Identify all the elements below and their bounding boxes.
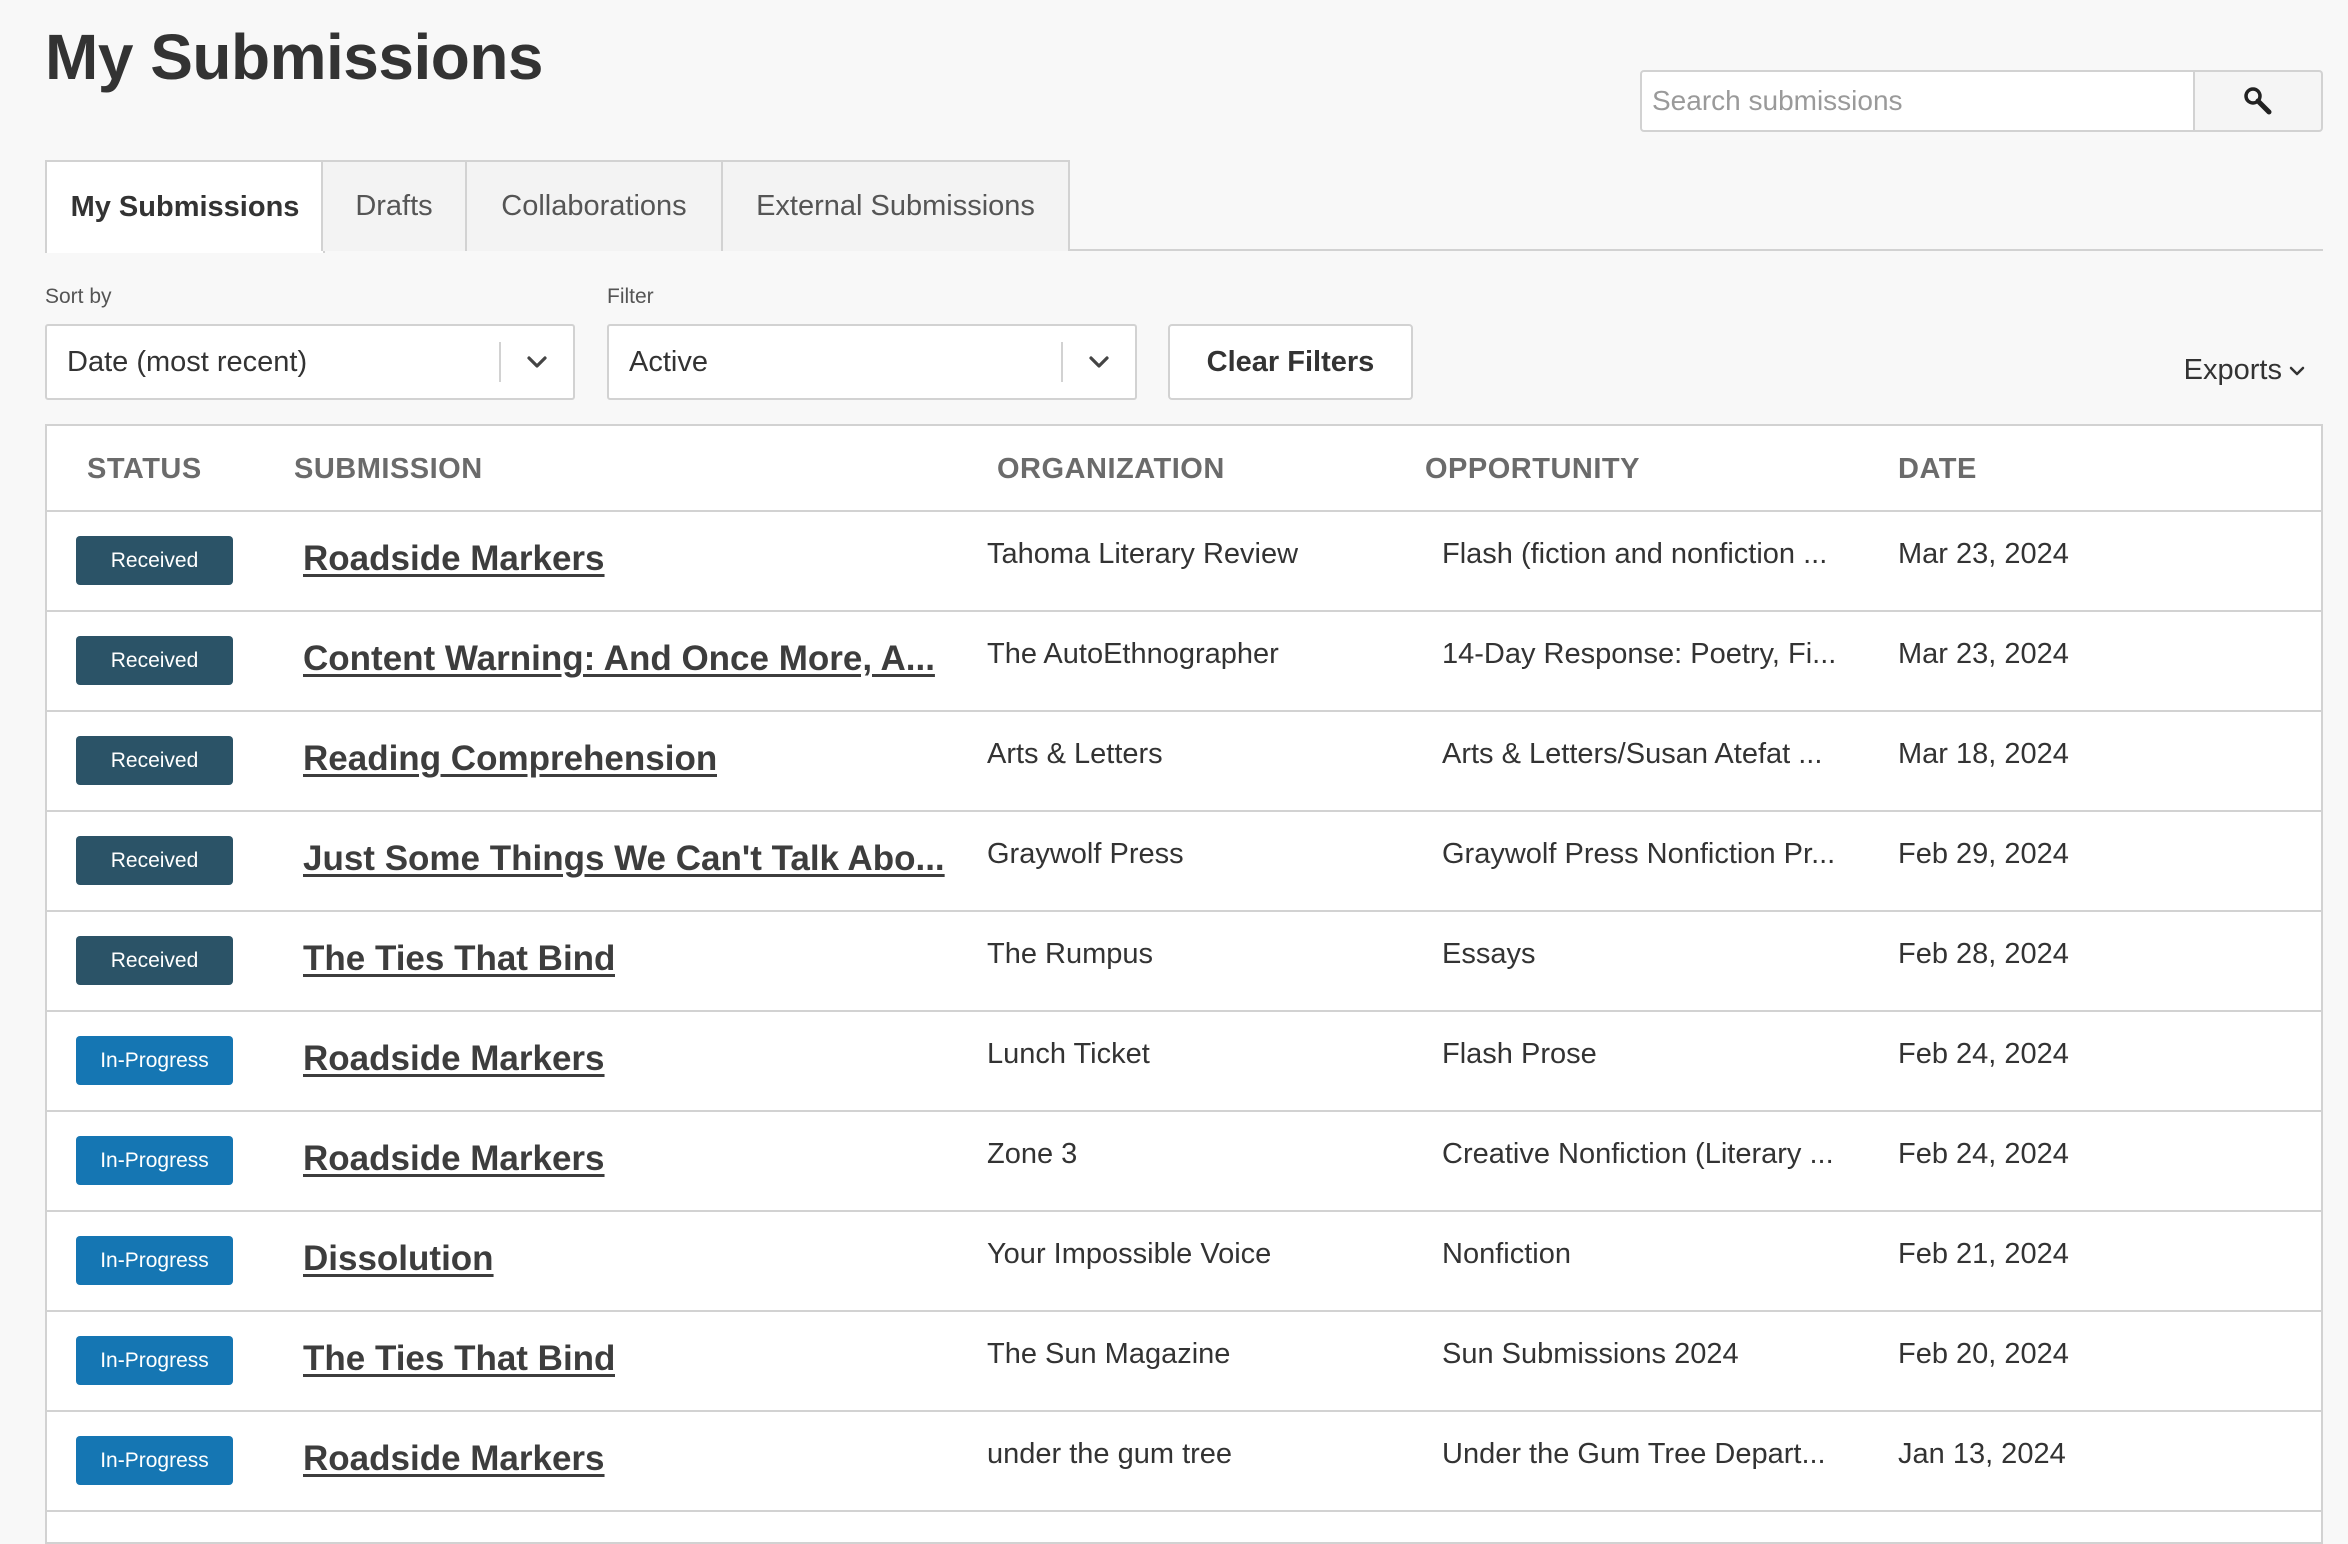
status-badge: In-Progress — [76, 1236, 233, 1285]
organization-name: Arts & Letters — [987, 738, 1163, 770]
submission-title-link[interactable]: Roadside Markers — [303, 1139, 605, 1179]
status-badge: Received — [76, 736, 233, 785]
table-body: Received Roadside Markers Tahoma Literary … — [47, 512, 2321, 1512]
status-badge: Received — [76, 636, 233, 685]
table-row[interactable]: Received Just Some Things We Can't Talk A… — [47, 812, 2321, 912]
table-row[interactable]: In-Progress Roadside Markers Zone 3 Creativ… — [47, 1112, 2321, 1212]
organization-name: Your Impossible Voice — [987, 1238, 1272, 1270]
tab-bar: My Submissions Drafts Collaborations Ext… — [45, 160, 2323, 253]
page-title: My Submissions — [45, 21, 544, 93]
organization-name: The AutoEthnographer — [987, 638, 1279, 670]
opportunity-name: Nonfiction — [1442, 1238, 1571, 1270]
submission-title-link[interactable]: The Ties That Bind — [303, 1339, 615, 1379]
submission-title-link[interactable]: Roadside Markers — [303, 1439, 605, 1479]
table-row[interactable]: In-Progress Dissolution Your Impossible Vo… — [47, 1212, 2321, 1312]
submission-date: Feb 24, 2024 — [1898, 1038, 2069, 1070]
tab-drafts[interactable]: Drafts — [321, 160, 467, 251]
tab-my-submissions[interactable]: My Submissions — [45, 160, 325, 253]
organization-name: Lunch Ticket — [987, 1038, 1150, 1070]
submission-date: Mar 23, 2024 — [1898, 638, 2069, 670]
search-button[interactable] — [2195, 70, 2323, 132]
submissions-table: STATUS SUBMISSION ORGANIZATION OPPORTUNI… — [45, 424, 2323, 1544]
opportunity-name: Under the Gum Tree Depart... — [1442, 1438, 1826, 1470]
status-badge: In-Progress — [76, 1436, 233, 1485]
submission-title-link[interactable]: Reading Comprehension — [303, 739, 717, 779]
search-bar — [1640, 70, 2323, 132]
header-opportunity: OPPORTUNITY — [1425, 453, 1640, 485]
select-divider — [499, 342, 501, 382]
submission-date: Feb 20, 2024 — [1898, 1338, 2069, 1370]
table-row[interactable]: Received Reading Comprehension Arts & Lett… — [47, 712, 2321, 812]
header-status: STATUS — [87, 453, 202, 485]
submission-date: Mar 18, 2024 — [1898, 738, 2069, 770]
organization-name: Graywolf Press — [987, 838, 1184, 870]
tab-external-submissions[interactable]: External Submissions — [721, 160, 1070, 251]
submission-title-link[interactable]: Just Some Things We Can't Talk Abo... — [303, 839, 945, 879]
submission-date: Feb 28, 2024 — [1898, 938, 2069, 970]
select-divider — [1061, 342, 1063, 382]
opportunity-name: Sun Submissions 2024 — [1442, 1338, 1739, 1370]
sort-value: Date (most recent) — [67, 346, 308, 378]
opportunity-name: 14-Day Response: Poetry, Fi... — [1442, 638, 1837, 670]
table-row[interactable]: In-Progress Roadside Markers under the gum… — [47, 1412, 2321, 1512]
opportunity-name: Graywolf Press Nonfiction Pr... — [1442, 838, 1836, 870]
submission-date: Mar 23, 2024 — [1898, 538, 2069, 570]
submission-date: Feb 21, 2024 — [1898, 1238, 2069, 1270]
header-organization: ORGANIZATION — [997, 453, 1225, 485]
filter-label: Filter — [607, 285, 654, 308]
opportunity-name: Essays — [1442, 938, 1536, 970]
status-badge: In-Progress — [76, 1036, 233, 1085]
submission-title-link[interactable]: Roadside Markers — [303, 539, 605, 579]
table-row[interactable]: Received Content Warning: And Once More, … — [47, 612, 2321, 712]
exports-label: Exports — [2183, 354, 2282, 386]
opportunity-name: Flash Prose — [1442, 1038, 1597, 1070]
table-row[interactable]: Received The Ties That Bind The Rumpus Essa… — [47, 912, 2321, 1012]
submission-title-link[interactable]: Content Warning: And Once More, A... — [303, 639, 935, 679]
chevron-down-icon — [2289, 366, 2305, 375]
status-badge: Received — [76, 536, 233, 585]
opportunity-name: Arts & Letters/Susan Atefat ... — [1442, 738, 1823, 770]
sort-label: Sort by — [45, 285, 112, 308]
organization-name: Tahoma Literary Review — [987, 538, 1299, 570]
chevron-down-icon — [1089, 356, 1109, 368]
opportunity-name: Flash (fiction and nonfiction ... — [1442, 538, 1828, 570]
organization-name: The Sun Magazine — [987, 1338, 1231, 1370]
organization-name: The Rumpus — [987, 938, 1154, 970]
opportunity-name: Creative Nonfiction (Literary ... — [1442, 1138, 1834, 1170]
search-input[interactable] — [1640, 70, 2195, 132]
sort-select[interactable]: Date (most recent) — [45, 324, 575, 400]
submission-title-link[interactable]: The Ties That Bind — [303, 939, 615, 979]
status-badge: Received — [76, 936, 233, 985]
table-row[interactable]: In-Progress The Ties That Bind The Sun Mag… — [47, 1312, 2321, 1412]
tab-collaborations[interactable]: Collaborations — [465, 160, 723, 251]
filter-select[interactable]: Active — [607, 324, 1137, 400]
chevron-down-icon — [527, 356, 547, 368]
submission-title-link[interactable]: Dissolution — [303, 1239, 494, 1279]
submission-date: Jan 13, 2024 — [1898, 1438, 2066, 1470]
status-badge: In-Progress — [76, 1136, 233, 1185]
header-submission: SUBMISSION — [294, 453, 483, 485]
table-header: STATUS SUBMISSION ORGANIZATION OPPORTUNI… — [47, 426, 2321, 512]
submission-date: Feb 24, 2024 — [1898, 1138, 2069, 1170]
filter-value: Active — [629, 346, 708, 378]
status-badge: In-Progress — [76, 1336, 233, 1385]
organization-name: Zone 3 — [987, 1138, 1078, 1170]
submission-title-link[interactable]: Roadside Markers — [303, 1039, 605, 1079]
table-row[interactable]: In-Progress Roadside Markers Lunch Ticket F… — [47, 1012, 2321, 1112]
header-date: DATE — [1898, 453, 1977, 485]
table-row[interactable]: Received Roadside Markers Tahoma Literary … — [47, 512, 2321, 612]
exports-dropdown[interactable]: Exports — [2184, 354, 2306, 387]
submission-date: Feb 29, 2024 — [1898, 838, 2069, 870]
clear-filters-button[interactable]: Clear Filters — [1168, 324, 1413, 400]
search-icon — [2244, 87, 2272, 115]
organization-name: under the gum tree — [987, 1438, 1233, 1470]
status-badge: Received — [76, 836, 233, 885]
